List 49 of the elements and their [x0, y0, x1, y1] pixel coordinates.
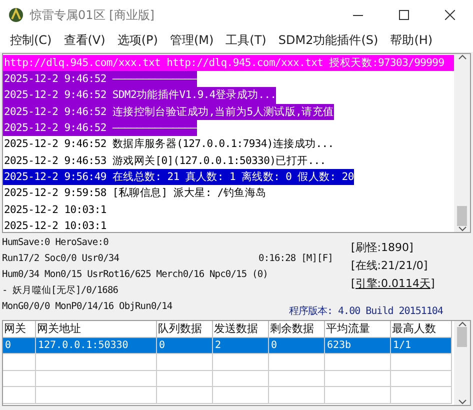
log-line: 2025-12-2 9:59:58 [私聊信息] 派大星: /钓鱼海岛 — [3, 186, 266, 202]
table-cell[interactable]: 127.0.0.1:50330 — [36, 338, 157, 354]
scroll-up-icon[interactable] — [458, 54, 466, 60]
app-icon — [8, 7, 24, 23]
log-line: 2025-12-2 9:46:52 数据库服务器(127.0.0.1:7934)连接成功... — [3, 137, 334, 152]
scrollbar[interactable] — [454, 54, 470, 232]
table-cell[interactable]: 623b — [325, 338, 391, 354]
scroll-down-icon[interactable] — [458, 399, 466, 406]
scrollbar-thumb[interactable] — [457, 206, 467, 226]
column-header[interactable]: 网关 — [3, 321, 36, 338]
status-text: Hum0/34 Mon0/15 UsrRot16/625 Merch0/16 Npc0/15 (0) — [2, 268, 268, 282]
column-header[interactable]: 最高人数 — [391, 321, 452, 338]
table-cell[interactable]: 0 — [3, 338, 36, 354]
scroll-down-icon[interactable] — [458, 226, 466, 232]
stat-text: [在线:21/21/0] — [350, 258, 429, 274]
status-text: - 妖月噬仙[无尽]/0/1686 — [2, 284, 118, 298]
table-cell[interactable]: 1/1 — [391, 338, 452, 354]
menu-item[interactable]: 控制(C) — [4, 32, 58, 50]
column-header[interactable]: 平均流量 — [325, 321, 391, 338]
minimize-icon[interactable] — [353, 14, 363, 16]
window-title: 惊雷专属01区 [商业版] — [30, 6, 156, 24]
table-cell[interactable]: 2 — [213, 338, 269, 354]
maximize-icon[interactable] — [399, 10, 409, 20]
scroll-up-icon[interactable] — [458, 321, 466, 328]
menu-item[interactable]: 选项(P) — [111, 32, 164, 50]
menu-item[interactable]: 查看(V) — [58, 32, 112, 50]
status-text: MonG0/0/0 MonP0/14/16 ObjRun0/14 — [2, 300, 172, 314]
log-line: 2025-12-2 10:03:1 — [3, 218, 106, 232]
column-header[interactable]: 剩余数据 — [269, 321, 325, 338]
column-header[interactable]: 网关地址 — [36, 321, 157, 338]
scrollbar-thumb[interactable] — [457, 327, 467, 348]
menu-item[interactable]: 管理(M) — [164, 32, 220, 50]
stat-text: [引擎:0.0114天] — [350, 276, 436, 292]
stat-text: [刷怪:1890] — [350, 240, 414, 256]
uptime-text: 0:16:28 [M][F] — [258, 252, 333, 266]
status-text: HumSave:0 HeroSave:0 — [2, 236, 108, 250]
log-line: 2025-12-2 10:03:1 — [3, 202, 106, 218]
scrollbar[interactable] — [454, 321, 470, 406]
table-cell[interactable]: 0 — [269, 338, 325, 354]
column-header[interactable]: 发送数据 — [213, 321, 269, 338]
status-text: Run17/2 Soc0/0 Usr0/34 — [2, 252, 120, 266]
menu-item[interactable]: 帮助(H) — [384, 32, 439, 50]
log-line: 2025-12-2 9:46:53 游戏网关[0](127.0.0.1:50330)已打开... — [3, 154, 326, 169]
menu-item[interactable]: SDM2功能插件(S) — [272, 32, 384, 50]
version-text: 程序版本: 4.00 Build 20151104 — [289, 304, 444, 318]
close-icon[interactable] — [445, 10, 455, 20]
menu-item[interactable]: 工具(T) — [220, 32, 272, 50]
table-cell[interactable]: 0 — [157, 338, 213, 354]
column-header[interactable]: 队列数据 — [157, 321, 213, 338]
